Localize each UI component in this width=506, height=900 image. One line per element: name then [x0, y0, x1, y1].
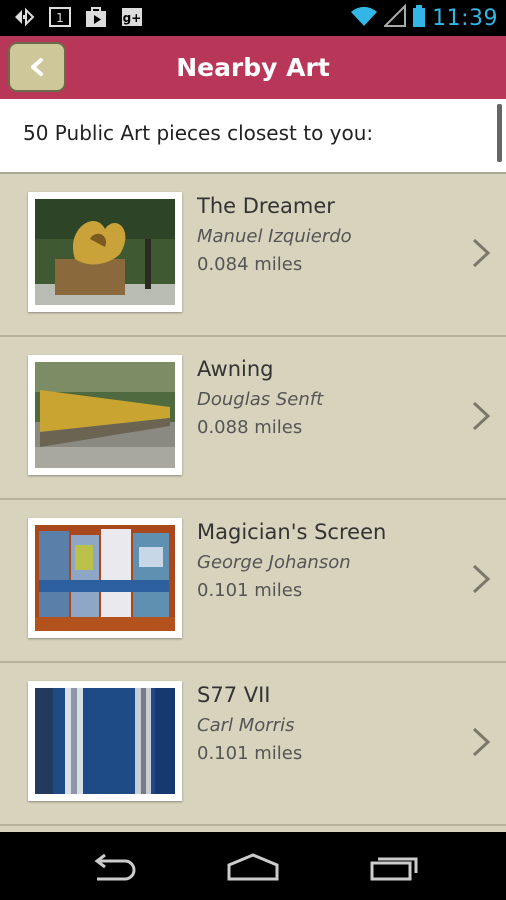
page-title: Nearby Art [176, 53, 330, 82]
svg-text:g+: g+ [123, 11, 142, 25]
art-artist: George Johanson [197, 552, 351, 573]
google-plus-icon: g+ [120, 6, 144, 28]
chevron-right-icon [472, 564, 491, 594]
list-item[interactable]: S77 VII Carl Morris 0.101 miles [0, 663, 506, 826]
art-distance: 0.101 miles [197, 743, 303, 764]
art-artist: Douglas Senft [197, 389, 324, 410]
chevron-right-icon [472, 238, 491, 268]
art-title: The Dreamer [197, 194, 335, 218]
magicians-screen-photo [35, 525, 175, 631]
thumbnail-frame [28, 681, 182, 801]
battery-icon [412, 4, 426, 32]
scrollbar[interactable] [497, 104, 502, 162]
thumbnail-frame [28, 355, 182, 475]
home-nav-icon[interactable] [225, 850, 281, 884]
art-distance: 0.101 miles [197, 580, 303, 601]
chevron-right-icon [472, 401, 491, 431]
notification-icons: 1 g+ [12, 6, 144, 28]
list-header: 50 Public Art pieces closest to you: [0, 99, 506, 172]
back-nav-icon[interactable] [84, 850, 140, 884]
dreamer-sculpture-photo [35, 199, 175, 305]
art-title: Magician's Screen [197, 520, 387, 544]
art-artist: Carl Morris [197, 715, 295, 736]
art-title: S77 VII [197, 683, 271, 707]
awning-sculpture-photo [35, 362, 175, 468]
list-item[interactable]: Awning Douglas Senft 0.088 miles [0, 337, 506, 500]
back-button[interactable] [8, 42, 66, 92]
list-item[interactable]: The Dreamer Manuel Izquierdo 0.084 miles [0, 174, 506, 337]
list-item[interactable]: Magician's Screen George Johanson 0.101 … [0, 500, 506, 663]
chevron-left-icon [31, 58, 43, 76]
recents-nav-icon[interactable] [366, 850, 422, 884]
action-bar: Nearby Art [0, 36, 506, 99]
navigation-bar [0, 832, 506, 900]
one-notification-icon: 1 [48, 6, 72, 28]
thumbnail-frame [28, 518, 182, 638]
art-artist: Manuel Izquierdo [197, 226, 352, 247]
chevron-right-icon [472, 727, 491, 757]
wifi-icon [350, 4, 378, 32]
thumbnail-frame [28, 192, 182, 312]
art-title: Awning [197, 357, 274, 381]
signal-icon [382, 3, 407, 32]
art-distance: 0.088 miles [197, 417, 303, 438]
system-icons: 11:39 [350, 3, 498, 32]
svg-text:1: 1 [56, 11, 64, 25]
results-summary: 50 Public Art pieces closest to you: [23, 121, 374, 145]
status-bar: 1 g+ 11:39 [0, 0, 506, 36]
s77-painting-photo [35, 688, 175, 794]
art-list[interactable]: The Dreamer Manuel Izquierdo 0.084 miles… [0, 172, 506, 832]
play-store-icon [84, 6, 108, 28]
clock: 11:39 [432, 5, 498, 31]
art-distance: 0.084 miles [197, 254, 303, 275]
debug-icon [12, 6, 36, 28]
